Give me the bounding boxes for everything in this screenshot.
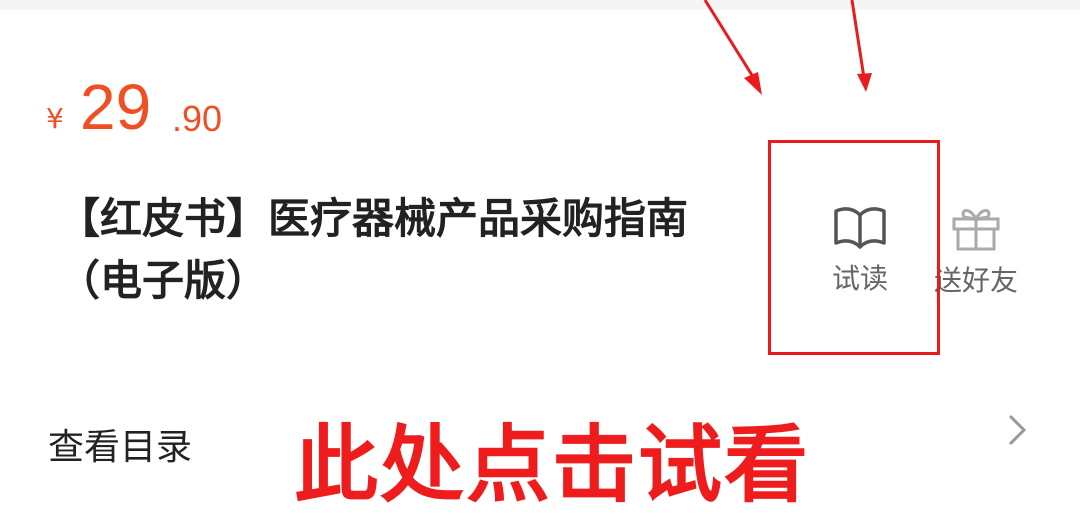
product-title-line1: 【红皮书】医疗器械产品采购指南 [58, 194, 689, 243]
product-title: 【红皮书】医疗器械产品采购指南 （电子版） [58, 188, 773, 312]
gift-icon [952, 209, 1000, 251]
price-decimal: .90 [172, 98, 223, 139]
gift-friend-label: 送好友 [933, 264, 1018, 297]
price-integer: 29 [80, 71, 152, 143]
annotation-highlight-box [768, 140, 940, 355]
product-title-line2: （电子版） [58, 256, 269, 305]
gift-friend-button[interactable]: 送好友 [928, 205, 1024, 299]
currency-symbol: ¥ [46, 102, 64, 135]
annotation-text: 此处点击试看 [294, 416, 811, 514]
chevron-right-icon[interactable] [998, 410, 1038, 450]
annotation-arrows [703, 0, 872, 95]
view-toc-link[interactable]: 查看目录 [48, 418, 192, 470]
